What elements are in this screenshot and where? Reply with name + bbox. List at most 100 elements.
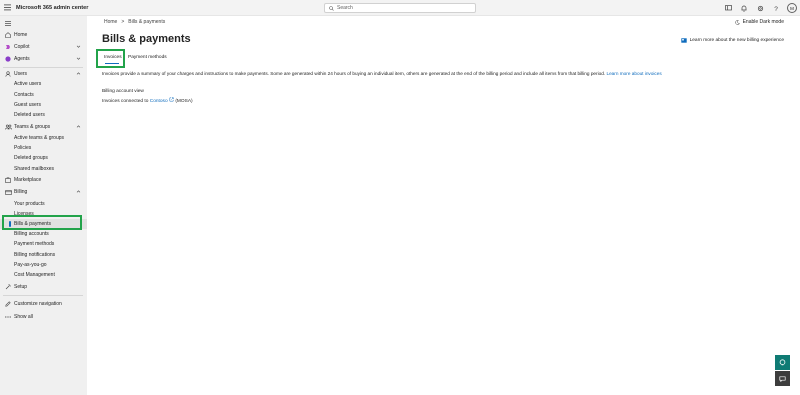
sidebar-item-label: Billing — [14, 189, 28, 195]
sidebar-item-label: Users — [14, 71, 28, 77]
invoices-description: Invoices provide a summary of your charg… — [102, 71, 662, 76]
ellipsis-icon — [3, 316, 13, 318]
sidebar-item-label: Deleted groups — [14, 155, 48, 161]
dark-mode-label: Enable Dark mode — [742, 19, 784, 25]
search-placeholder: Search — [337, 5, 353, 11]
nav-collapse-button[interactable] — [0, 18, 87, 28]
sidebar-item-label: Payment methods — [14, 241, 55, 247]
pencil-icon — [3, 301, 13, 307]
sidebar-item-billing-accounts[interactable]: Billing accounts — [0, 229, 87, 239]
sidebar-item-deleted-groups[interactable]: Deleted groups — [0, 153, 87, 163]
sidebar-item-show-all[interactable]: Show all — [0, 312, 87, 322]
learn-new-billing-label: Learn more about the new billing experie… — [689, 38, 784, 43]
feedback-icon — [779, 375, 786, 382]
svg-text:?: ? — [774, 6, 778, 12]
sidebar-item-guest-users[interactable]: Guest users — [0, 100, 87, 110]
invoices-connected-suffix: (MOSA) — [175, 99, 193, 104]
search-icon — [329, 5, 334, 11]
sidebar-item-pay-as-you-go[interactable]: Pay-as-you-go — [0, 260, 87, 270]
description-text: Invoices provide a summary of your charg… — [102, 71, 606, 76]
copilot-icon — [3, 44, 13, 50]
sidebar-item-label: Billing notifications — [14, 252, 56, 258]
agents-icon — [3, 56, 13, 62]
sidebar-item-policies[interactable]: Policies — [0, 143, 87, 153]
sidebar-item-active-teams-groups[interactable]: Active teams & groups — [0, 133, 87, 143]
sidebar-item-label: Your products — [14, 201, 45, 207]
help-icon[interactable]: ? — [768, 0, 784, 16]
top-bar: Microsoft 365 admin center Search ? M — [0, 0, 800, 16]
sidebar-item-label: Active teams & groups — [14, 135, 65, 141]
breadcrumb-home[interactable]: Home — [104, 19, 117, 25]
learn-invoices-link[interactable]: Learn more about invoices — [606, 71, 661, 76]
sidebar: Home Copilot Agents Users Active users C… — [0, 16, 87, 395]
moon-icon — [734, 19, 740, 25]
avatar[interactable]: M — [787, 3, 797, 13]
external-link-icon — [169, 97, 174, 102]
tab-payment-methods[interactable]: Payment methods — [124, 53, 171, 62]
setup-icon — [3, 284, 13, 290]
divider — [3, 67, 83, 68]
sidebar-item-marketplace[interactable]: Marketplace — [0, 175, 87, 185]
info-icon — [680, 38, 687, 43]
search-box[interactable]: Search — [324, 3, 476, 13]
chevron-up-icon — [76, 125, 81, 128]
chevron-up-icon — [76, 72, 81, 75]
dark-mode-toggle[interactable]: Enable Dark mode — [734, 19, 784, 25]
sidebar-item-label: Active users — [14, 81, 42, 87]
sidebar-item-home[interactable]: Home — [0, 30, 87, 40]
sidebar-item-cost-management[interactable]: Cost Management — [0, 270, 87, 280]
feedback-button[interactable] — [775, 371, 790, 386]
sidebar-item-label: Cost Management — [14, 272, 55, 278]
users-icon — [3, 71, 13, 77]
sidebar-item-shared-mailboxes[interactable]: Shared mailboxes — [0, 164, 87, 174]
app-launcher-icon[interactable] — [0, 0, 14, 16]
sidebar-item-billing[interactable]: Billing — [0, 187, 87, 197]
home-icon — [3, 32, 13, 38]
sidebar-item-label: Show all — [14, 314, 33, 320]
sidebar-item-billing-notifications[interactable]: Billing notifications — [0, 250, 87, 260]
sidebar-item-label: Pay-as-you-go — [14, 262, 47, 268]
sidebar-item-deleted-users[interactable]: Deleted users — [0, 110, 87, 120]
app-title[interactable]: Microsoft 365 admin center — [16, 5, 88, 11]
sidebar-item-users[interactable]: Users — [0, 69, 87, 79]
bell-icon[interactable] — [736, 0, 752, 16]
billing-icon — [3, 189, 13, 195]
contoso-link[interactable]: Contoso — [150, 99, 168, 104]
sidebar-item-copilot[interactable]: Copilot — [0, 42, 87, 52]
invoices-connected-prefix: Invoices connected to — [102, 99, 149, 104]
billing-account-view-label: Billing account view — [102, 89, 144, 94]
chevron-up-icon — [76, 190, 81, 193]
sidebar-item-label: Deleted users — [14, 112, 45, 118]
sidebar-item-label: Home — [14, 32, 28, 38]
sidebar-item-contacts[interactable]: Contacts — [0, 90, 87, 100]
screen-icon[interactable] — [720, 0, 736, 16]
sidebar-item-label: Setup — [14, 284, 28, 290]
help-support-button[interactable] — [775, 355, 790, 370]
gear-icon[interactable] — [752, 0, 768, 16]
sidebar-item-label: Agents — [14, 56, 30, 62]
sidebar-item-teams-groups[interactable]: Teams & groups — [0, 122, 87, 132]
sidebar-item-payment-methods[interactable]: Payment methods — [0, 239, 87, 249]
breadcrumb-current: Bills & payments — [128, 19, 166, 25]
sidebar-item-label: Contacts — [14, 92, 34, 98]
sidebar-item-label: Marketplace — [14, 177, 42, 183]
highlight-box — [2, 215, 82, 230]
chat-help-icon — [779, 359, 786, 366]
sidebar-item-label: Shared mailboxes — [14, 166, 55, 172]
chevron-down-icon — [76, 45, 81, 48]
sidebar-item-label: Copilot — [14, 44, 30, 50]
divider — [3, 295, 83, 296]
marketplace-icon — [3, 177, 13, 183]
sidebar-item-active-users[interactable]: Active users — [0, 79, 87, 89]
sidebar-item-label: Teams & groups — [14, 124, 51, 130]
sidebar-item-your-products[interactable]: Your products — [0, 199, 87, 209]
sidebar-item-setup[interactable]: Setup — [0, 282, 87, 292]
invoices-connected: Invoices connected to Contoso (MOSA) — [102, 97, 193, 104]
breadcrumb-separator: > — [121, 19, 125, 25]
learn-new-billing-link[interactable]: Learn more about the new billing experie… — [680, 38, 784, 43]
teams-icon — [3, 124, 13, 130]
sidebar-item-customize-navigation[interactable]: Customize navigation — [0, 299, 87, 309]
sidebar-item-label: Billing accounts — [14, 231, 49, 237]
highlight-box — [96, 49, 125, 68]
sidebar-item-agents[interactable]: Agents — [0, 54, 87, 64]
